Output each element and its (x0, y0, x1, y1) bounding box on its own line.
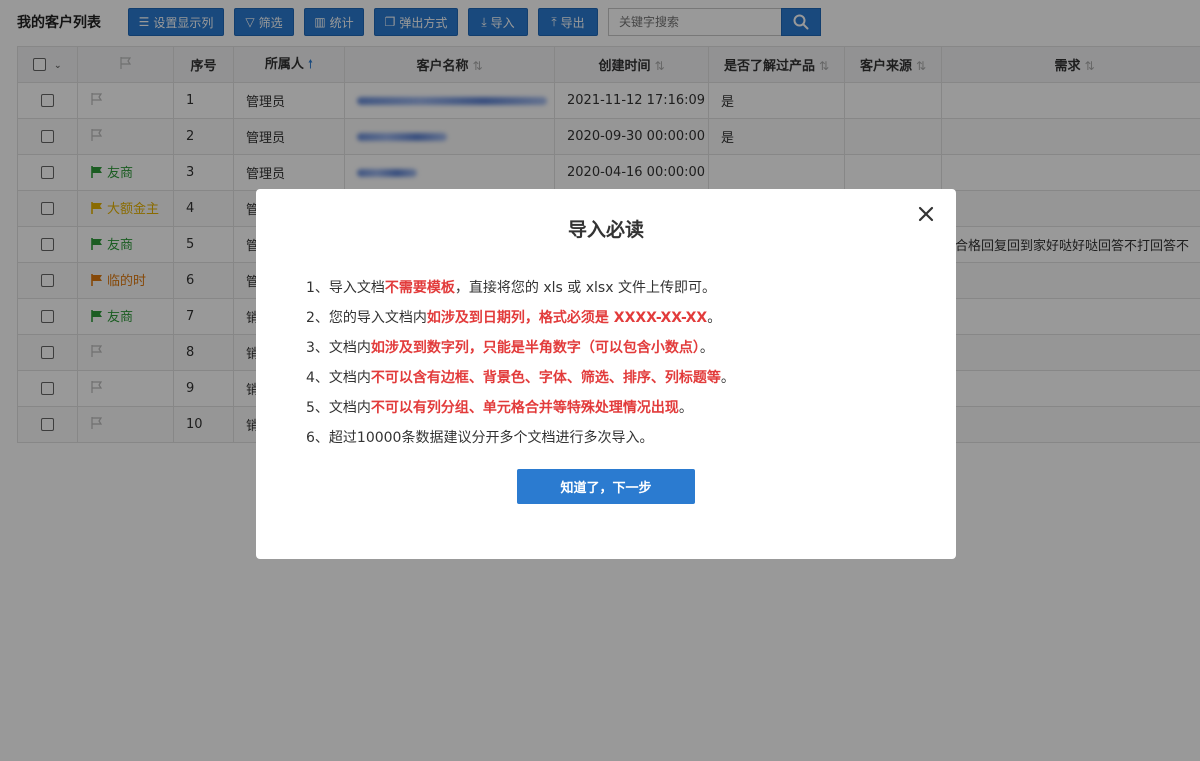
next-step-button[interactable]: 知道了，下一步 (517, 469, 695, 504)
rule-text-end: 。 (699, 340, 714, 356)
rule-text-end: 。 (678, 400, 693, 416)
rule-highlight: 不可以有列分组、单元格合并等特殊处理情况出现 (370, 400, 679, 416)
rule-text-end: 。 (720, 370, 735, 386)
rule-highlight: 如涉及到日期列，格式必须是 XXXX-XX-XX (426, 310, 708, 326)
import-rule-item: 2、您的导入文档内如涉及到日期列，格式必须是 XXXX-XX-XX。 (306, 303, 926, 333)
import-rules-list: 1、导入文档不需要模板，直接将您的 xls 或 xlsx 文件上传即可。 2、您的… (306, 273, 926, 453)
dialog-title: 导入必读 (567, 219, 644, 241)
import-rule-item: 1、导入文档不需要模板，直接将您的 xls 或 xlsx 文件上传即可。 (306, 273, 926, 303)
rule-highlight: 如涉及到数字列，只能是半角数字（可以包含小数点） (370, 340, 700, 356)
rule-highlight: 不可以含有边框、背景色、字体、筛选、排序、列标题等 (370, 370, 721, 386)
import-rule-item: 3、文档内如涉及到数字列，只能是半角数字（可以包含小数点）。 (306, 333, 926, 363)
rule-text: 3、文档内 (306, 340, 371, 356)
import-rule-item: 6、超过10000条数据建议分开多个文档进行多次导入。 (306, 423, 926, 453)
rule-text-end: 。 (707, 310, 722, 326)
close-icon[interactable] (916, 204, 936, 224)
rule-text-end: ，直接将您的 xls 或 xlsx 文件上传即可。 (454, 280, 716, 296)
rule-text: 5、文档内 (306, 400, 371, 416)
rule-text: 4、文档内 (306, 370, 371, 386)
import-rule-item: 5、文档内不可以有列分组、单元格合并等特殊处理情况出现。 (306, 393, 926, 423)
rule-text: 6、超过10000条数据建议分开多个文档进行多次导入。 (306, 430, 654, 446)
rule-text: 2、您的导入文档内 (306, 310, 427, 326)
rule-text: 1、导入文档 (306, 280, 385, 296)
import-rule-item: 4、文档内不可以含有边框、背景色、字体、筛选、排序、列标题等。 (306, 363, 926, 393)
rule-highlight: 不需要模板 (384, 280, 455, 296)
import-notice-dialog: 导入必读 1、导入文档不需要模板，直接将您的 xls 或 xlsx 文件上传即可… (256, 189, 956, 559)
